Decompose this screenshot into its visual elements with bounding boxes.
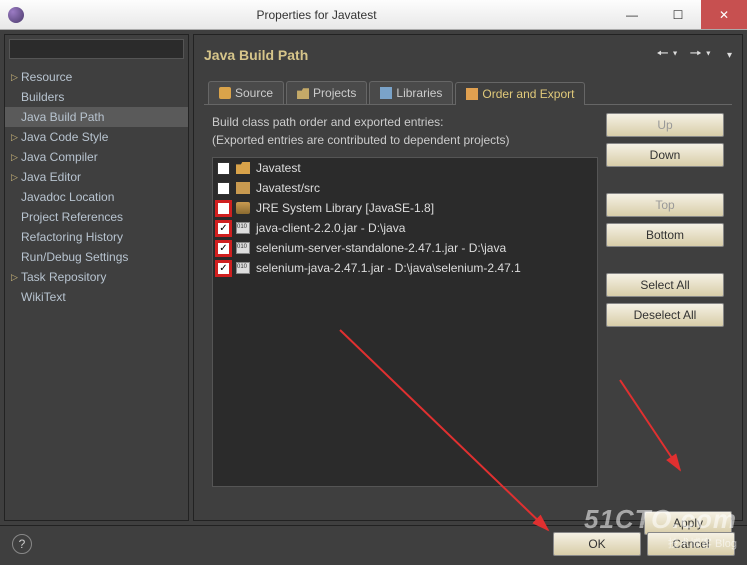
eclipse-icon xyxy=(8,7,24,23)
window-title: Properties for Javatest xyxy=(24,8,609,22)
filter-input[interactable] xyxy=(9,39,184,59)
ok-button[interactable]: OK xyxy=(553,532,641,556)
entry-label: JRE System Library [JavaSE-1.8] xyxy=(256,201,434,215)
sidebar-item-java-build-path[interactable]: ▷Java Build Path xyxy=(5,107,188,127)
order-export-icon xyxy=(466,88,478,100)
sidebar-item-task-repository[interactable]: ▷Task Repository xyxy=(5,267,188,287)
minimize-button[interactable]: — xyxy=(609,0,655,29)
export-checkbox[interactable]: ✓ xyxy=(217,242,230,255)
title-bar: Properties for Javatest — ☐ ✕ xyxy=(0,0,747,30)
bottom-button[interactable]: Bottom xyxy=(606,223,724,247)
forward-button[interactable]: 🠖 ▾ xyxy=(684,43,717,67)
maximize-button[interactable]: ☐ xyxy=(655,0,701,29)
jre-icon xyxy=(236,202,250,214)
entry-row[interactable]: ✓ java-client-2.2.0.jar - D:\java xyxy=(213,218,597,238)
main-panel: Java Build Path 🠔 ▾ 🠖 ▾ ▾ Source Project… xyxy=(193,34,743,521)
entry-label: Javatest xyxy=(256,161,301,175)
page-title: Java Build Path xyxy=(204,47,650,63)
jar-icon xyxy=(236,262,250,274)
down-button[interactable]: Down xyxy=(606,143,724,167)
sidebar-item-javadoc-location[interactable]: ▷Javadoc Location xyxy=(5,187,188,207)
folder-icon xyxy=(236,162,250,174)
sidebar: ▷Resource▷Builders▷Java Build Path▷Java … xyxy=(4,34,189,521)
tab-order-export[interactable]: Order and Export xyxy=(455,82,585,105)
entry-row[interactable]: JRE System Library [JavaSE-1.8] xyxy=(213,198,597,218)
select-all-button[interactable]: Select All xyxy=(606,273,724,297)
source-icon xyxy=(219,87,231,99)
entry-label: selenium-server-standalone-2.47.1.jar - … xyxy=(256,241,506,255)
view-menu-icon[interactable]: ▾ xyxy=(717,50,732,61)
entries-list[interactable]: Javatest Javatest/src JRE System Library [… xyxy=(212,157,598,487)
sidebar-item-run-debug-settings[interactable]: ▷Run/Debug Settings xyxy=(5,247,188,267)
deselect-all-button[interactable]: Deselect All xyxy=(606,303,724,327)
top-button[interactable]: Top xyxy=(606,193,724,217)
entry-row[interactable]: ✓ selenium-java-2.47.1.jar - D:\java\sele… xyxy=(213,258,597,278)
tab-libraries[interactable]: Libraries xyxy=(369,81,453,104)
sidebar-item-project-references[interactable]: ▷Project References xyxy=(5,207,188,227)
sidebar-item-java-editor[interactable]: ▷Java Editor xyxy=(5,167,188,187)
category-tree: ▷Resource▷Builders▷Java Build Path▷Java … xyxy=(5,63,188,520)
sidebar-item-wikitext[interactable]: ▷WikiText xyxy=(5,287,188,307)
tab-projects[interactable]: Projects xyxy=(286,81,367,104)
projects-icon xyxy=(297,87,309,99)
entry-label: Javatest/src xyxy=(256,181,320,195)
pkg-icon xyxy=(236,182,250,194)
sidebar-item-java-code-style[interactable]: ▷Java Code Style xyxy=(5,127,188,147)
entry-row[interactable]: Javatest xyxy=(213,158,597,178)
entry-row[interactable]: Javatest/src xyxy=(213,178,597,198)
description: Build class path order and exported entr… xyxy=(212,113,598,149)
up-button[interactable]: Up xyxy=(606,113,724,137)
export-checkbox[interactable] xyxy=(217,182,230,195)
jar-icon xyxy=(236,222,250,234)
close-button[interactable]: ✕ xyxy=(701,0,747,29)
sidebar-item-refactoring-history[interactable]: ▷Refactoring History xyxy=(5,227,188,247)
tab-source[interactable]: Source xyxy=(208,81,284,104)
export-checkbox[interactable] xyxy=(217,162,230,175)
cancel-button[interactable]: Cancel xyxy=(647,532,735,556)
jar-icon xyxy=(236,242,250,254)
entry-row[interactable]: ✓ selenium-server-standalone-2.47.1.jar -… xyxy=(213,238,597,258)
tabs: Source Projects Libraries Order and Expo… xyxy=(204,81,732,105)
help-button[interactable]: ? xyxy=(12,534,32,554)
export-checkbox[interactable] xyxy=(217,202,230,215)
back-button[interactable]: 🠔 ▾ xyxy=(650,43,683,67)
entry-label: selenium-java-2.47.1.jar - D:\java\selen… xyxy=(256,261,521,275)
export-checkbox[interactable]: ✓ xyxy=(217,222,230,235)
entry-label: java-client-2.2.0.jar - D:\java xyxy=(256,221,405,235)
sidebar-item-java-compiler[interactable]: ▷Java Compiler xyxy=(5,147,188,167)
libraries-icon xyxy=(380,87,392,99)
sidebar-item-resource[interactable]: ▷Resource xyxy=(5,67,188,87)
export-checkbox[interactable]: ✓ xyxy=(217,262,230,275)
sidebar-item-builders[interactable]: ▷Builders xyxy=(5,87,188,107)
